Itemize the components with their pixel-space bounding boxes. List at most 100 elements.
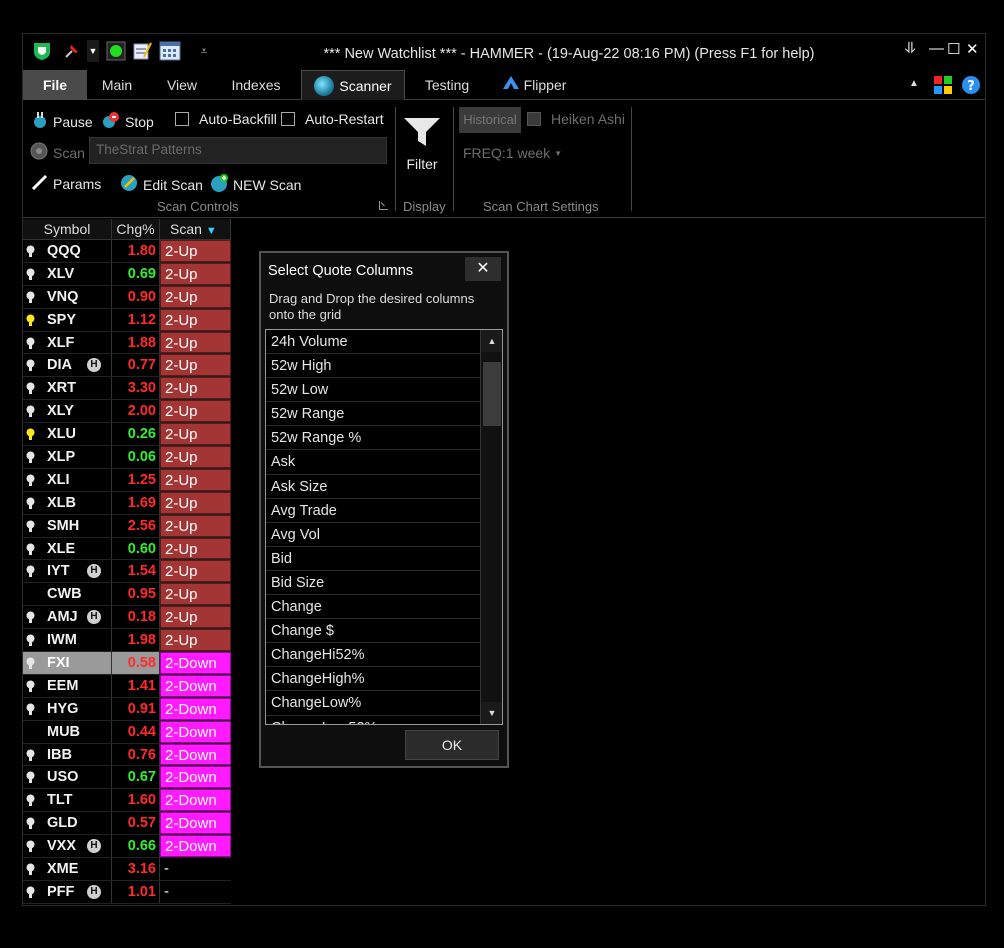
symbol-cell[interactable]: XLB xyxy=(23,491,112,514)
list-item[interactable]: Avg Vol xyxy=(266,523,480,547)
chg-cell[interactable]: 1.25 xyxy=(112,468,160,491)
table-row[interactable]: XLF 1.88 2-Up xyxy=(23,331,231,355)
scroll-thumb[interactable] xyxy=(483,362,501,426)
chg-cell[interactable]: 2.56 xyxy=(112,514,160,537)
stop-button[interactable]: Stop xyxy=(101,111,154,132)
table-row[interactable]: XLP 0.06 2-Up xyxy=(23,446,231,469)
scan-cell[interactable]: 2-Down xyxy=(160,743,231,766)
chg-cell[interactable]: 0.58 xyxy=(112,652,160,674)
symbol-cell[interactable]: USO xyxy=(23,766,112,789)
chg-cell[interactable]: 0.67 xyxy=(112,766,160,789)
symbol-cell[interactable]: XLP xyxy=(23,446,112,468)
table-row[interactable]: IWM 1.98 2-Up xyxy=(23,629,231,653)
scan-cell[interactable]: 2-Up xyxy=(160,560,231,583)
symbol-cell[interactable]: XRT xyxy=(23,377,112,400)
chg-cell[interactable]: 0.26 xyxy=(112,423,160,446)
scan-cell[interactable]: 2-Up xyxy=(160,491,231,514)
chg-cell[interactable]: 3.30 xyxy=(112,377,160,400)
symbol-cell[interactable]: GLD xyxy=(23,812,112,835)
table-row[interactable]: XME 3.16- xyxy=(23,858,231,881)
scan-cell[interactable]: 2-Up xyxy=(160,354,231,377)
symbol-cell[interactable]: TLT xyxy=(23,789,112,812)
list-item[interactable]: ChangeLow52% xyxy=(266,716,480,725)
table-row[interactable]: USO 0.67 2-Down xyxy=(23,766,231,790)
list-item[interactable]: 52w Low xyxy=(266,378,480,403)
table-row[interactable]: QQQ 1.80 2-Up xyxy=(23,240,231,263)
column-header-scan[interactable]: Scan ▼ xyxy=(160,219,231,239)
list-item[interactable]: 52w High xyxy=(266,354,480,379)
table-row[interactable]: XLB 1.69 2-Up xyxy=(23,491,231,515)
symbol-cell[interactable]: SMH xyxy=(23,514,112,537)
table-row[interactable]: MUB 0.44 2-Down xyxy=(23,720,231,744)
chg-cell[interactable]: 1.88 xyxy=(112,331,160,354)
column-list-scrollbar[interactable]: ▲ ▼ xyxy=(480,330,502,724)
table-row[interactable]: VNQ 0.90 2-Up xyxy=(23,285,231,309)
minimize-button[interactable]: — xyxy=(929,40,944,57)
chg-cell[interactable]: 3.16 xyxy=(112,858,160,880)
table-row[interactable]: SMH 2.56 2-Up xyxy=(23,514,231,538)
scan-cell[interactable]: 2-Up xyxy=(160,400,231,423)
symbol-cell[interactable]: EEM xyxy=(23,674,112,697)
chg-cell[interactable]: 0.60 xyxy=(112,537,160,560)
symbol-cell[interactable]: XLV xyxy=(23,262,112,285)
symbol-cell[interactable]: HYG xyxy=(23,697,112,720)
heiken-ashi-checkbox[interactable]: Heiken Ashi xyxy=(527,111,625,127)
scan-cell[interactable]: 2-Up xyxy=(160,468,231,491)
scan-cell[interactable]: - xyxy=(160,858,231,880)
chg-cell[interactable]: 1.54 xyxy=(112,560,160,583)
chg-cell[interactable]: 1.80 xyxy=(112,240,160,262)
list-item[interactable]: Bid xyxy=(266,547,480,571)
symbol-cell[interactable]: QQQ xyxy=(23,240,112,262)
symbol-cell[interactable]: XLU xyxy=(23,423,112,446)
params-button[interactable]: Params xyxy=(31,173,101,194)
chg-cell[interactable]: 0.77 xyxy=(112,354,160,377)
table-row[interactable]: XLI 1.25 2-Up xyxy=(23,468,231,492)
table-row[interactable]: XLV 0.69 2-Up xyxy=(23,262,231,286)
table-row[interactable]: IBB 0.76 2-Down xyxy=(23,743,231,767)
table-row[interactable]: AMJ H 0.18 2-Up xyxy=(23,606,231,630)
symbol-cell[interactable]: XLI xyxy=(23,468,112,491)
chg-cell[interactable]: 0.90 xyxy=(112,285,160,308)
symbol-cell[interactable]: FXI xyxy=(23,652,112,674)
column-header-symbol[interactable]: Symbol xyxy=(23,219,112,239)
scan-cell[interactable]: 2-Down xyxy=(160,720,231,743)
list-item[interactable]: Avg Trade xyxy=(266,499,480,523)
scroll-up-icon[interactable]: ▲ xyxy=(481,330,502,352)
auto-backfill-checkbox[interactable]: Auto-Backfill xyxy=(175,111,277,127)
table-row[interactable]: CWB 0.95 2-Up xyxy=(23,583,231,607)
scan-cell[interactable]: 2-Up xyxy=(160,446,231,468)
chg-cell[interactable]: 0.18 xyxy=(112,606,160,629)
table-row[interactable]: XLY 2.00 2-Up xyxy=(23,400,231,424)
symbol-cell[interactable]: XLY xyxy=(23,400,112,423)
chg-cell[interactable]: 0.76 xyxy=(112,743,160,766)
list-item[interactable]: 52w Range % xyxy=(266,426,480,451)
dialog-launcher-icon[interactable] xyxy=(379,201,388,210)
scan-cell[interactable]: 2-Up xyxy=(160,377,231,400)
symbol-cell[interactable]: IWM xyxy=(23,629,112,652)
scan-cell[interactable]: 2-Down xyxy=(160,812,231,835)
scan-cell[interactable]: 2-Up xyxy=(160,606,231,629)
chg-cell[interactable]: 2.00 xyxy=(112,400,160,423)
auto-restart-checkbox[interactable]: Auto-Restart xyxy=(281,111,384,127)
tab-flipper[interactable]: Flipper xyxy=(497,70,571,100)
symbol-cell[interactable]: CWB xyxy=(23,583,112,606)
symbol-cell[interactable]: VXX H xyxy=(23,835,112,858)
table-row[interactable]: PFF H 1.01- xyxy=(23,880,231,904)
list-item[interactable]: Ask xyxy=(266,450,480,475)
chg-cell[interactable]: 1.01 xyxy=(112,880,160,903)
chg-cell[interactable]: 1.98 xyxy=(112,629,160,652)
chg-cell[interactable]: 0.91 xyxy=(112,697,160,720)
auto-restart-check[interactable] xyxy=(281,112,295,126)
table-row[interactable]: GLD 0.57 2-Down xyxy=(23,812,231,836)
table-row[interactable]: DIA H 0.77 2-Up xyxy=(23,354,231,378)
pause-button[interactable]: Pause xyxy=(31,111,93,132)
list-item[interactable]: ChangeLow% xyxy=(266,691,480,716)
list-item[interactable]: 24h Volume xyxy=(266,330,480,355)
tab-view[interactable]: View xyxy=(159,70,205,100)
table-row[interactable]: VXX H 0.66 2-Down xyxy=(23,835,231,859)
new-scan-button[interactable]: NEW Scan xyxy=(209,173,301,196)
help-icon[interactable]: ? xyxy=(961,75,981,100)
chg-cell[interactable]: 0.44 xyxy=(112,720,160,743)
list-item[interactable]: Change $ xyxy=(266,619,480,644)
scan-cell[interactable]: 2-Down xyxy=(160,789,231,812)
